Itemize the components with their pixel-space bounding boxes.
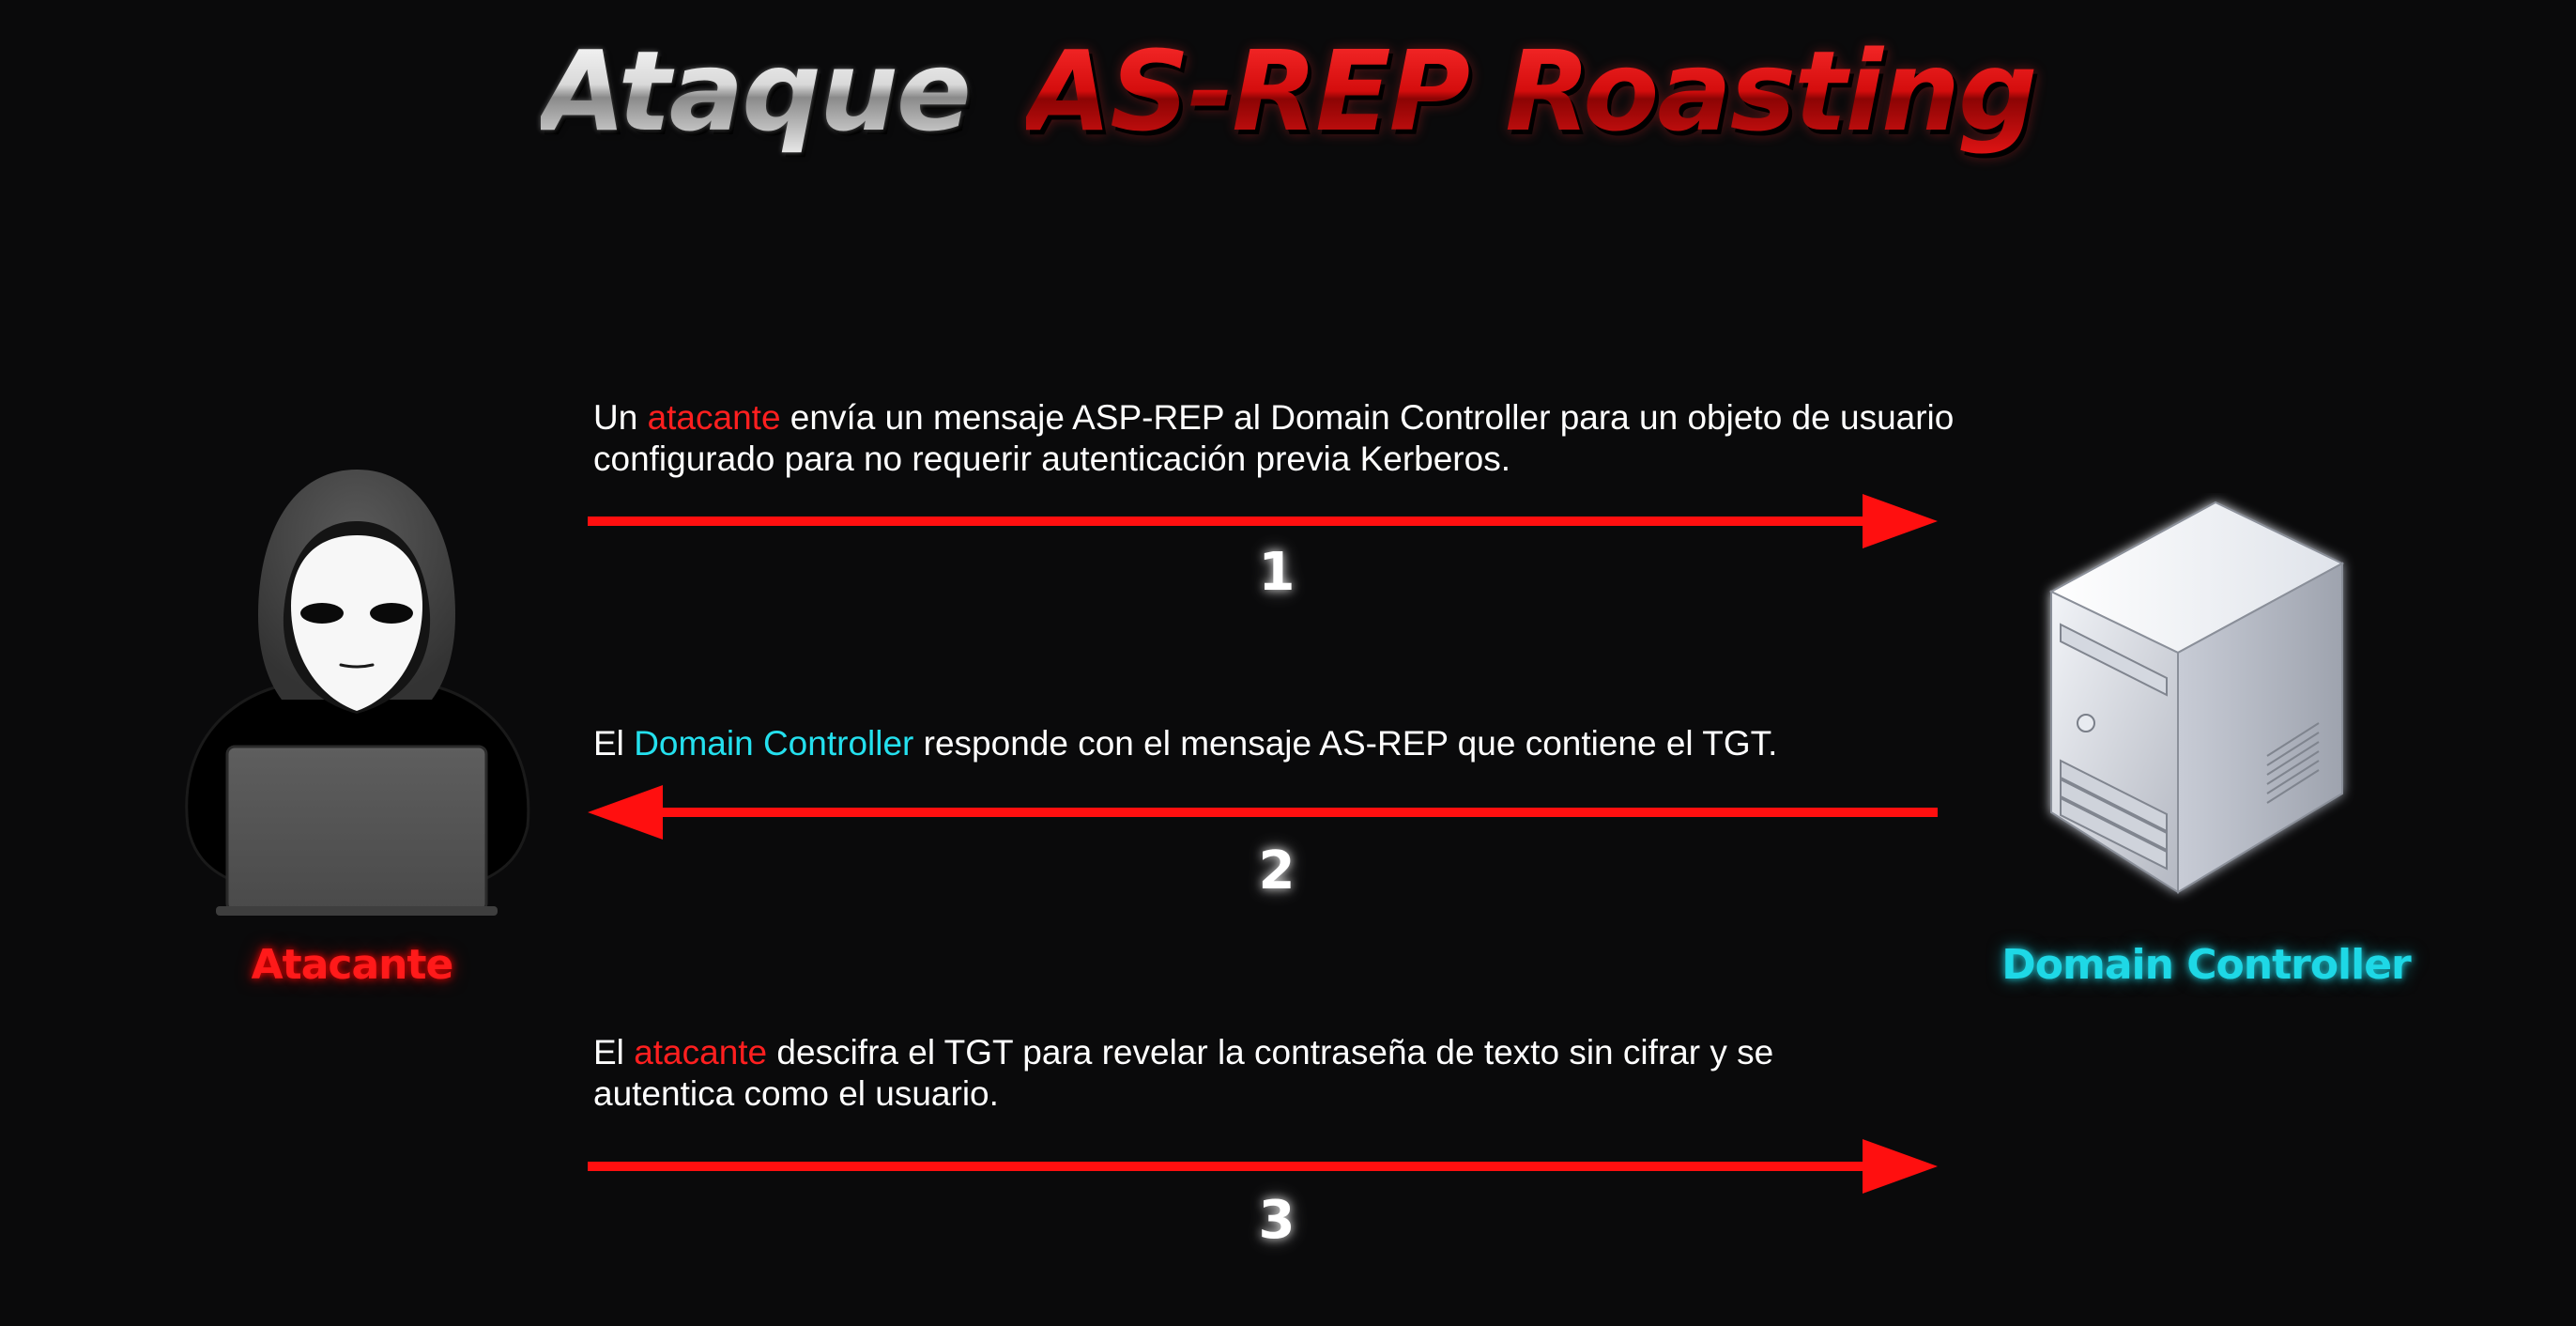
step-1-description: Un atacante envía un mensaje ASP-REP al … bbox=[593, 397, 2095, 480]
step-1-number: 1 bbox=[1258, 542, 1296, 603]
step-1-line-1-post: envía un mensaje ASP-REP al Domain Contr… bbox=[780, 398, 1955, 437]
attacker-label: Atacante bbox=[251, 941, 454, 989]
server-tower-icon bbox=[2048, 501, 2345, 894]
step-2-description: El Domain Controller responde con el men… bbox=[593, 723, 2095, 764]
step-3-number: 3 bbox=[1258, 1190, 1296, 1251]
step-3-line-1-post: descifra el TGT para revelar la contrase… bbox=[767, 1033, 1774, 1072]
step-1-highlight-atacante: atacante bbox=[647, 398, 781, 437]
step-2-line-1-pre: El bbox=[593, 724, 635, 763]
step-3-description: El atacante descifra el TGT para revelar… bbox=[593, 1032, 2095, 1115]
title-word-ataque: Ataque bbox=[540, 26, 972, 156]
step-2-line-1-post: responde con el mensaje AS-REP que conti… bbox=[913, 724, 1778, 763]
step-2-number: 2 bbox=[1258, 840, 1296, 902]
hooded-hacker-laptop-icon bbox=[185, 470, 530, 916]
step-3-line-2: autentica como el usuario. bbox=[593, 1074, 999, 1113]
title-word-as-rep-roasting: AS-REP Roasting bbox=[1025, 26, 2038, 156]
step-2-line-1: El Domain Controller responde con el men… bbox=[593, 723, 2095, 764]
step-3-highlight-atacante: atacante bbox=[634, 1033, 768, 1072]
step-1-line-1-pre: Un bbox=[593, 398, 648, 437]
step-1-line-1: Un atacante envía un mensaje ASP-REP al … bbox=[593, 397, 2095, 439]
step-1-line-2: configurado para no requerir autenticaci… bbox=[593, 439, 1510, 478]
step-3-line-1: El atacante descifra el TGT para revelar… bbox=[593, 1032, 2095, 1073]
step-2-arrow-left bbox=[588, 785, 1938, 840]
step-2-highlight-domain-controller: Domain Controller bbox=[634, 724, 914, 763]
page-title: Ataque AS-REP Roasting bbox=[0, 21, 2576, 162]
diagram-canvas: Ataque AS-REP Roasting Atacante Domain C… bbox=[0, 0, 2576, 1326]
domain-controller-label: Domain Controller bbox=[2001, 941, 2412, 989]
step-3-line-1-pre: El bbox=[593, 1033, 635, 1072]
